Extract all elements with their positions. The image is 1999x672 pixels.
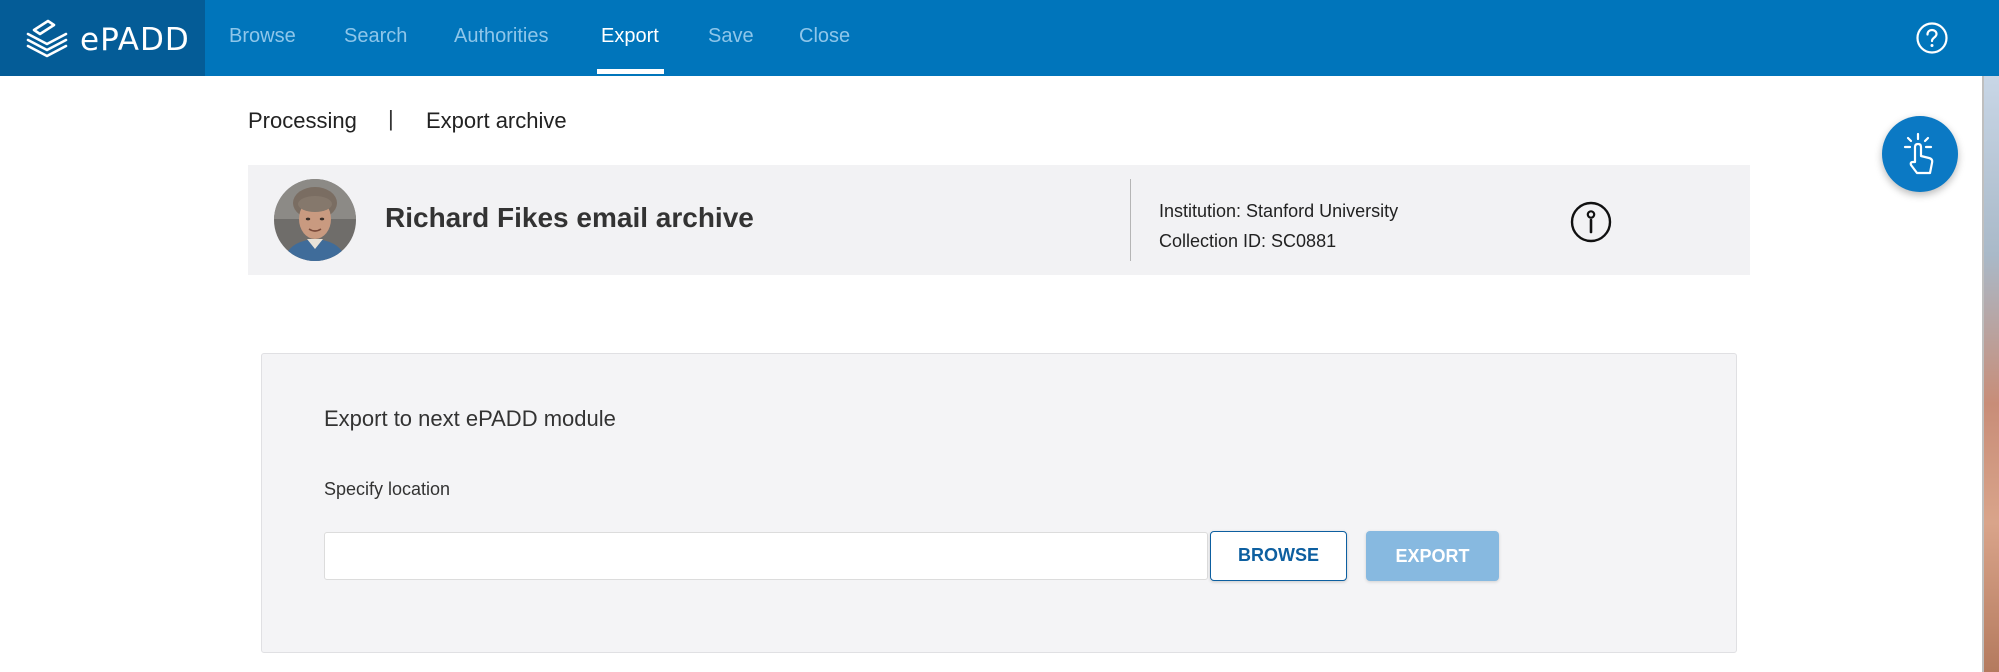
logo-text: ePADD	[80, 22, 190, 58]
archive-header-card: Richard Fikes email archive Institution:…	[248, 165, 1750, 275]
nav-save[interactable]: Save	[708, 0, 754, 76]
breadcrumb-separator: |	[388, 106, 394, 131]
export-button[interactable]: EXPORT	[1366, 531, 1499, 581]
nav-browse[interactable]: Browse	[229, 0, 296, 76]
browse-button[interactable]: BROWSE	[1210, 531, 1347, 581]
nav-search[interactable]: Search	[344, 0, 407, 76]
avatar-portrait	[274, 179, 356, 261]
top-nav-bar: ePADD Browse Search Authorities Export S…	[0, 0, 1999, 76]
location-label: Specify location	[324, 479, 451, 499]
stacked-layers-icon	[26, 19, 68, 58]
tap-help-fab[interactable]	[1882, 116, 1958, 192]
export-panel: Export to next ePADD module Specify loca…	[261, 353, 1737, 653]
archive-title: Richard Fikes email archive	[385, 202, 754, 233]
breadcrumb-processing[interactable]: Processing	[248, 108, 357, 134]
question-circle-icon[interactable]	[1916, 22, 1948, 54]
divider	[1130, 179, 1131, 261]
logo[interactable]: ePADD	[0, 0, 205, 76]
collection-id-text: Collection ID: SC0881	[1159, 231, 1337, 251]
institution-text: Institution: Stanford University	[1159, 201, 1399, 221]
tap-hand-icon	[1903, 132, 1934, 175]
export-heading: Export to next ePADD module	[324, 406, 616, 431]
breadcrumb-export-archive: Export archive	[426, 108, 567, 133]
nav-authorities[interactable]: Authorities	[454, 0, 549, 76]
info-circle-icon[interactable]	[1570, 201, 1612, 243]
nav-export[interactable]: Export	[601, 0, 659, 76]
background-window-edge	[1984, 76, 1999, 672]
avatar	[274, 179, 356, 261]
active-tab-indicator	[597, 69, 664, 74]
nav-close[interactable]: Close	[799, 0, 850, 76]
location-input[interactable]	[324, 532, 1208, 580]
